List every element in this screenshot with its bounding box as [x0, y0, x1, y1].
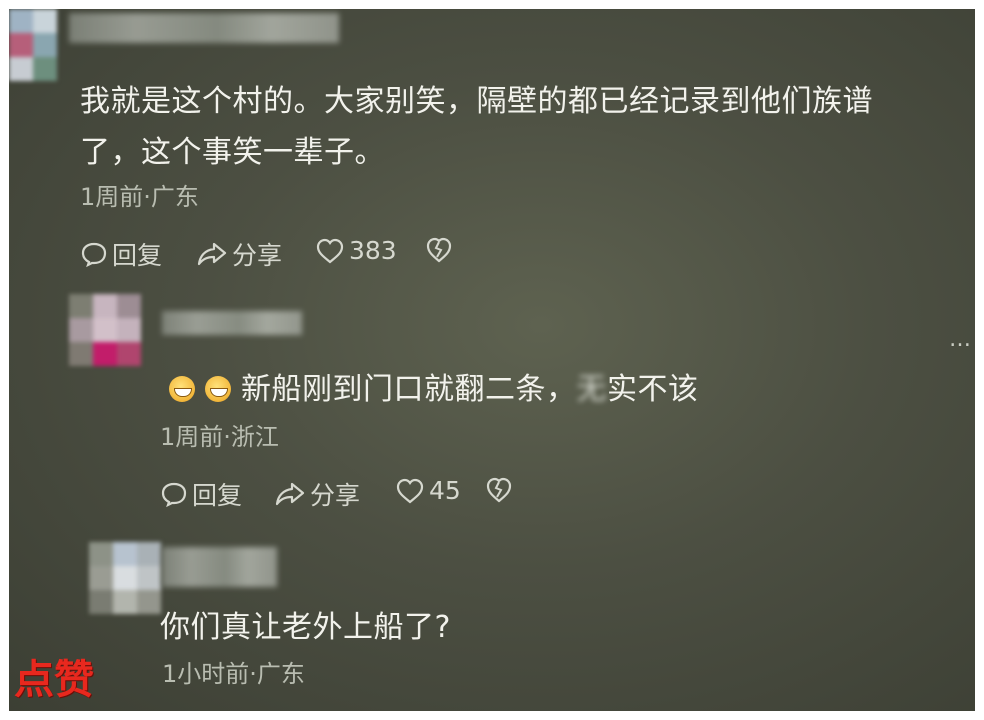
reply-text-end: 实不该 — [607, 372, 699, 407]
like-count: 45 — [429, 476, 461, 505]
username-blurred[interactable] — [69, 13, 339, 43]
like-button[interactable]: 45 — [395, 476, 461, 505]
like-watermark-label: 点赞 — [14, 657, 94, 703]
comment-screen: 我就是这个村的。大家别笑，隔壁的都已经记录到他们族谱 了，这个事笑一辈子。 1周… — [9, 9, 975, 711]
comment-meta: 1小时前·广东 — [162, 660, 305, 688]
like-count: 383 — [349, 236, 397, 265]
reply-button[interactable]: 回复 — [160, 476, 242, 512]
reply-button[interactable]: 回复 — [80, 236, 162, 272]
heart-icon — [396, 478, 424, 503]
comment-text-line2: 了，这个事笑一辈子。 — [80, 135, 385, 170]
reply-label: 回复 — [192, 481, 243, 510]
comment-text: 你们真让老外上船了? — [160, 610, 451, 645]
grin-emoji-icon — [169, 376, 195, 402]
like-button[interactable]: 383 — [315, 236, 397, 265]
dislike-button[interactable] — [485, 476, 517, 504]
dislike-button[interactable] — [425, 236, 457, 264]
heart-icon — [316, 238, 344, 263]
reply-meta: 1周前·浙江 — [160, 423, 279, 451]
more-menu-icon[interactable]: … — [949, 327, 973, 352]
username-blurred[interactable] — [162, 311, 302, 335]
share-label: 分享 — [310, 481, 361, 510]
share-icon — [197, 242, 227, 266]
share-button[interactable]: 分享 — [274, 476, 360, 512]
dislike-icon — [486, 477, 512, 503]
reply-comment-text: 新船刚到门口就翻二条，无实不该 — [169, 364, 699, 408]
reply-text-start: 新船刚到门口就翻二条， — [241, 372, 577, 407]
reply-icon — [161, 482, 187, 508]
reply-icon — [81, 242, 107, 268]
reply-text-blurred: 无 — [576, 372, 607, 407]
comment-text-line1: 我就是这个村的。大家别笑，隔壁的都已经记录到他们族谱 — [80, 84, 873, 119]
reply-label: 回复 — [112, 241, 163, 270]
avatar[interactable] — [89, 542, 161, 614]
grin-emoji-icon — [205, 376, 231, 402]
dislike-icon — [426, 237, 452, 263]
avatar[interactable] — [9, 9, 57, 81]
comment-meta: 1周前·广东 — [80, 183, 199, 211]
username-blurred[interactable] — [162, 547, 277, 587]
share-icon — [275, 482, 305, 506]
share-label: 分享 — [232, 241, 283, 270]
share-button[interactable]: 分享 — [196, 236, 282, 272]
avatar[interactable] — [69, 294, 141, 366]
